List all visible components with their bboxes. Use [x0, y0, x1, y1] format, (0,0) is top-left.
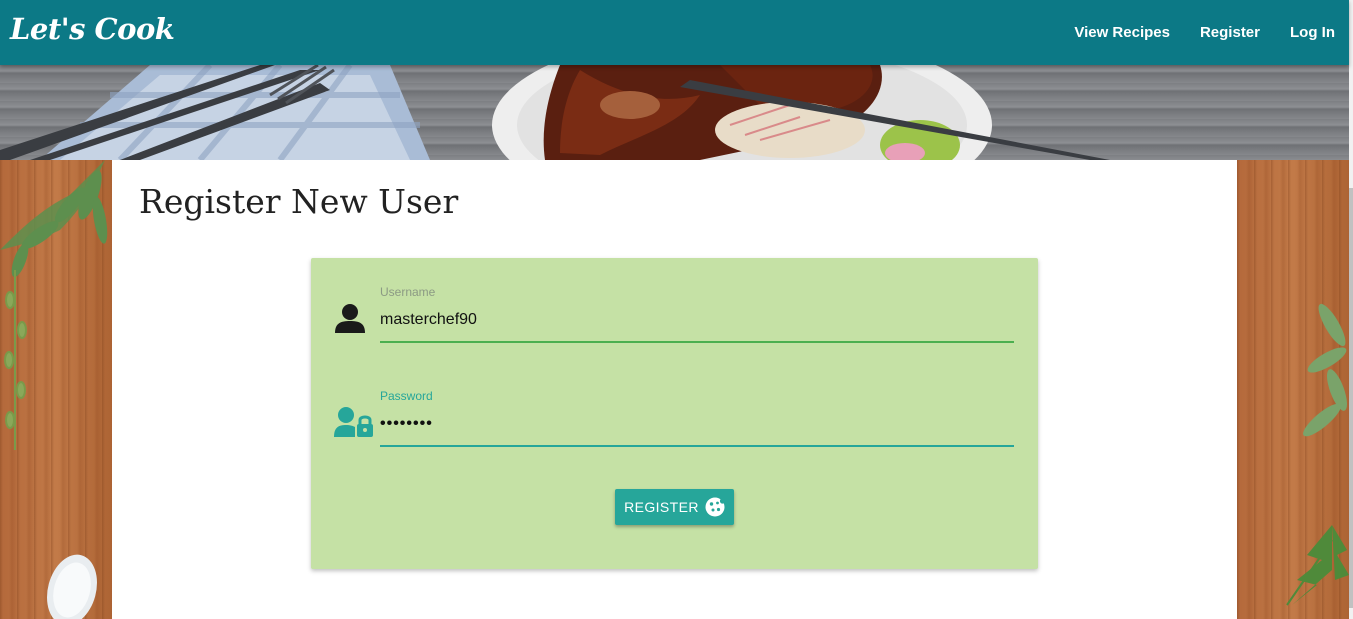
- user-icon: [334, 302, 366, 339]
- brand-logo[interactable]: Let's Cook: [10, 12, 175, 46]
- password-label: Password: [380, 389, 433, 403]
- username-label: Username: [380, 285, 436, 299]
- username-underline: [380, 341, 1014, 343]
- nav-link-register[interactable]: Register: [1200, 24, 1260, 41]
- user-lock-icon: [334, 406, 374, 443]
- register-button[interactable]: REGISTER: [615, 489, 734, 525]
- username-input[interactable]: [380, 307, 1014, 333]
- main-content: Register New User Username Password ••••…: [112, 160, 1237, 619]
- nav-link-view-recipes[interactable]: View Recipes: [1074, 24, 1170, 41]
- cookie-icon: [705, 497, 725, 517]
- navbar: Let's Cook View Recipes Register Log In: [0, 0, 1349, 65]
- nav-link-log-in[interactable]: Log In: [1290, 24, 1335, 41]
- nav-links: View Recipes Register Log In: [1044, 0, 1335, 65]
- wood-panel-right: [1237, 160, 1349, 619]
- password-underline: [380, 445, 1014, 447]
- page-title: Register New User: [139, 182, 459, 221]
- wood-panel-left: [0, 160, 112, 619]
- hero-banner-image: [0, 65, 1349, 160]
- register-form-card: Username Password •••••••• REGISTER: [311, 258, 1038, 569]
- register-button-label: REGISTER: [624, 499, 699, 515]
- page-scrollbar[interactable]: [1349, 0, 1353, 619]
- scrollbar-thumb[interactable]: [1349, 188, 1353, 608]
- password-input[interactable]: ••••••••: [380, 411, 1014, 437]
